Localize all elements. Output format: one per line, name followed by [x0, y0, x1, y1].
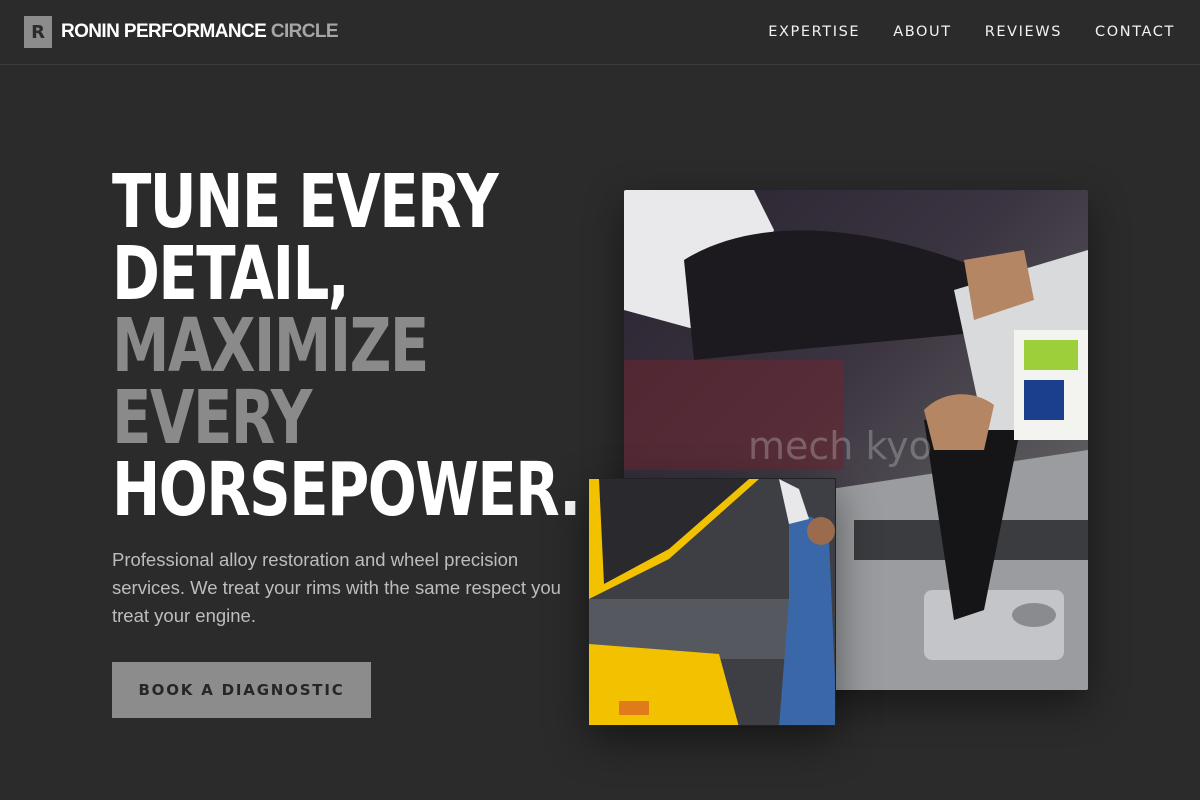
brand-logo[interactable]: R RONIN PERFORMANCE CIRCLE — [24, 16, 339, 48]
brand-name-accent: CIRCLE — [270, 21, 339, 42]
turn-signal — [619, 701, 649, 715]
hero-title-line-3: MAXIMIZE — [112, 303, 429, 389]
mechanic-illustration — [589, 479, 835, 725]
toyota-logo-icon — [1012, 603, 1056, 627]
nav-link-reviews[interactable]: REVIEWS — [985, 24, 1062, 40]
image-watermark: mech kyo — [748, 424, 932, 468]
nav-link-about[interactable]: ABOUT — [893, 24, 952, 40]
oil-label-blue — [1024, 380, 1064, 420]
yellow-fender-shape — [589, 644, 739, 725]
logo-mark: R — [24, 16, 52, 48]
brand-name: RONIN PERFORMANCE CIRCLE — [61, 21, 339, 43]
nav-link-contact[interactable]: CONTACT — [1095, 24, 1175, 40]
top-nav: R RONIN PERFORMANCE CIRCLE EXPERTISE ABO… — [0, 0, 1200, 65]
hero-title-line-4: EVERY — [112, 375, 312, 461]
hero-title: TUNE EVERY DETAIL, MAXIMIZE EVERY HORSEP… — [112, 159, 581, 533]
nav-links: EXPERTISE ABOUT REVIEWS CONTACT — [768, 24, 1175, 40]
hero-secondary-photo — [588, 478, 836, 726]
nav-link-expertise[interactable]: EXPERTISE — [768, 24, 860, 40]
hero-description: Professional alloy restoration and wheel… — [112, 549, 561, 626]
hero-title-line-5: HORSEPOWER. — [112, 447, 581, 533]
hero-title-line-1: TUNE EVERY — [112, 159, 499, 245]
oil-label-green — [1024, 340, 1078, 370]
book-diagnostic-button[interactable]: BOOK A DIAGNOSTIC — [112, 662, 371, 718]
mechanic-head — [807, 517, 835, 545]
hero-title-line-2: DETAIL, — [112, 231, 350, 317]
brand-name-main: RONIN PERFORMANCE — [61, 21, 267, 42]
hand-shape — [924, 394, 994, 450]
